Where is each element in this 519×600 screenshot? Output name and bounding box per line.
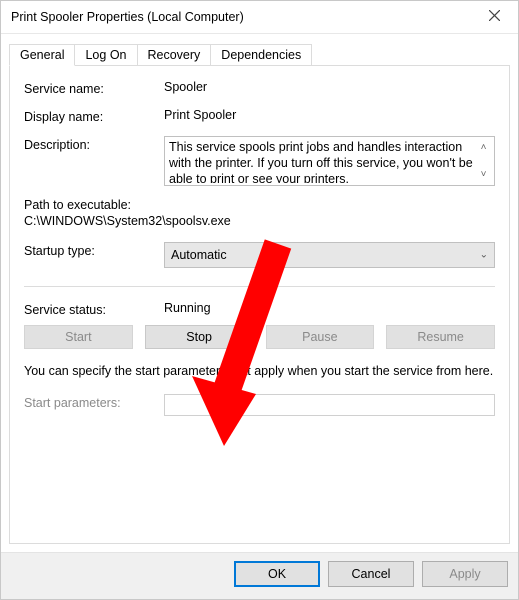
display-name-label: Display name: [24,108,164,124]
tab-label: Recovery [148,48,201,62]
properties-dialog: Print Spooler Properties (Local Computer… [0,0,519,600]
path-value: C:\WINDOWS\System32\spoolsv.exe [24,214,495,228]
button-label: OK [268,567,286,581]
row-service-name: Service name: Spooler [24,80,495,96]
button-label: Resume [417,330,464,344]
tab-label: Dependencies [221,48,301,62]
separator [24,286,495,287]
row-service-status: Service status: Running [24,301,495,317]
path-label: Path to executable: [24,198,495,212]
dialog-button-bar: OK Cancel Apply [1,552,518,599]
startup-type-label: Startup type: [24,242,164,258]
row-start-params: Start parameters: [24,394,495,416]
titlebar: Print Spooler Properties (Local Computer… [1,1,518,34]
tab-strip: General Log On Recovery Dependencies [9,41,510,65]
close-icon [489,10,500,24]
tab-general[interactable]: General [9,44,75,66]
resume-button: Resume [386,325,495,349]
window-title: Print Spooler Properties (Local Computer… [11,10,474,24]
start-params-label: Start parameters: [24,394,164,410]
display-name-value: Print Spooler [164,108,495,122]
row-description: Description: This service spools print j… [24,136,495,186]
button-label: Start [65,330,91,344]
tab-dependencies[interactable]: Dependencies [211,44,312,66]
client-area: General Log On Recovery Dependencies Ser… [1,34,518,552]
button-label: Apply [449,567,480,581]
service-status-label: Service status: [24,301,164,317]
row-path: Path to executable: C:\WINDOWS\System32\… [24,198,495,228]
description-scrollbar[interactable]: ˄ ˅ [475,139,492,183]
description-box: This service spools print jobs and handl… [164,136,495,186]
start-button: Start [24,325,133,349]
service-status-value: Running [164,301,495,315]
start-params-help: You can specify the start parameters tha… [24,363,495,380]
ok-button[interactable]: OK [234,561,320,587]
service-name-label: Service name: [24,80,164,96]
button-label: Pause [302,330,337,344]
button-label: Cancel [352,567,391,581]
service-name-value: Spooler [164,80,495,94]
service-control-buttons: Start Stop Pause Resume [24,325,495,349]
tab-label: Log On [85,48,126,62]
startup-type-combo[interactable]: Automatic ⌄ [164,242,495,268]
row-startup-type: Startup type: Automatic ⌄ [24,242,495,268]
tab-label: General [20,48,64,62]
scroll-down-icon[interactable]: ˅ [475,166,492,183]
scroll-up-icon[interactable]: ˄ [475,139,492,156]
stop-button[interactable]: Stop [145,325,254,349]
close-button[interactable] [474,3,514,31]
tab-pane-general: Service name: Spooler Display name: Prin… [9,65,510,544]
button-label: Stop [186,330,212,344]
description-text: This service spools print jobs and handl… [167,139,475,183]
row-display-name: Display name: Print Spooler [24,108,495,124]
startup-type-value: Automatic [171,248,227,262]
apply-button: Apply [422,561,508,587]
tab-logon[interactable]: Log On [75,44,137,66]
chevron-down-icon: ⌄ [480,250,488,261]
description-label: Description: [24,136,164,152]
tab-recovery[interactable]: Recovery [138,44,212,66]
cancel-button[interactable]: Cancel [328,561,414,587]
pause-button: Pause [266,325,375,349]
start-params-input [164,394,495,416]
